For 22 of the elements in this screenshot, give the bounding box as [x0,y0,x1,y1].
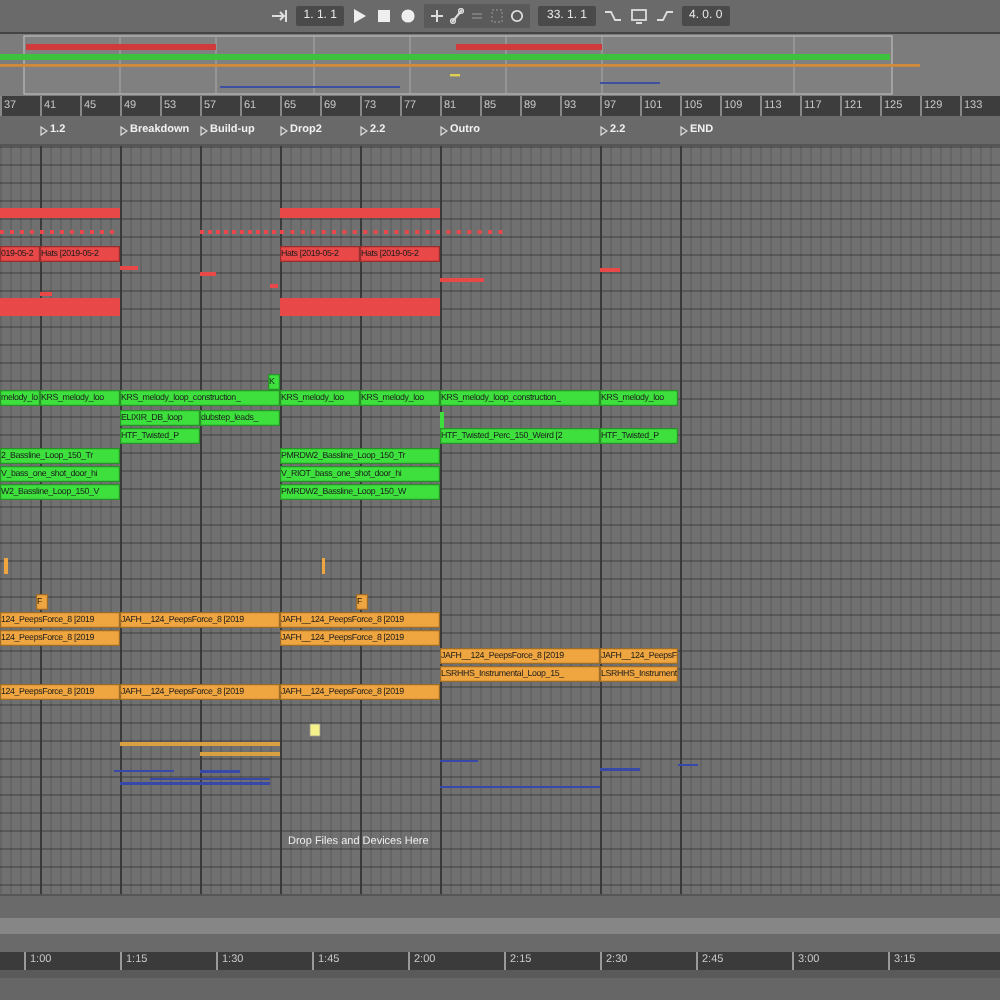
locator-icon[interactable] [600,125,608,135]
locator-icon[interactable] [120,125,128,135]
add-icon[interactable] [430,8,445,24]
locator-icon[interactable] [40,125,48,135]
follow-icon[interactable] [269,8,288,24]
record-icon[interactable] [400,8,417,24]
link-icon[interactable] [450,8,465,24]
note-marks-drawing[interactable] [40,266,620,296]
punch-in-icon[interactable] [603,8,621,24]
locator-icon[interactable] [680,125,688,135]
loop-switch-icon[interactable] [629,8,647,24]
scroll-bar[interactable] [0,918,1000,934]
loop-circle-icon[interactable] [510,8,525,24]
locator-icon[interactable] [280,125,288,135]
stop-icon[interactable] [376,8,393,24]
play-icon[interactable] [352,8,369,24]
locator-icon[interactable] [360,125,368,135]
overview-drawing[interactable] [0,34,1000,96]
automation-lines-drawing[interactable] [114,742,698,788]
locator-icon[interactable] [200,125,208,135]
locator-icon[interactable] [440,125,448,135]
punch-out-icon[interactable] [655,8,673,24]
